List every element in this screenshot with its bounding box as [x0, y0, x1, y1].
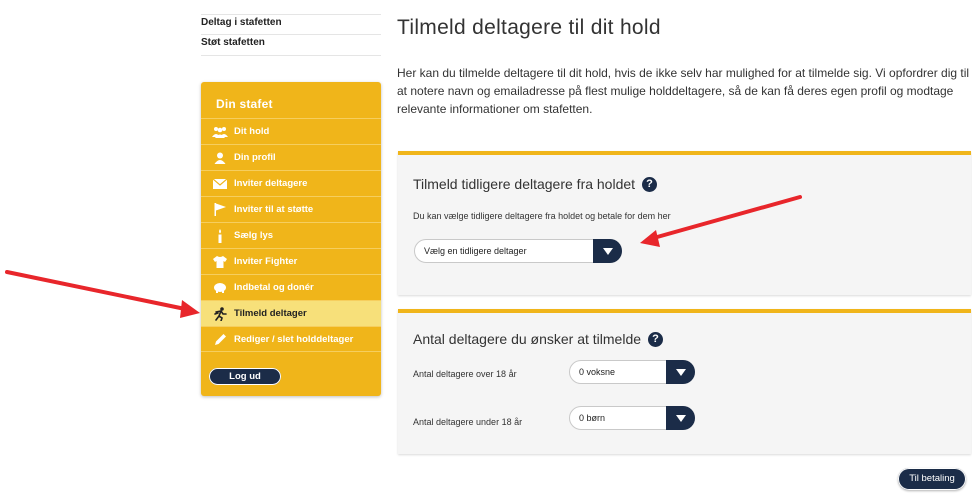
- annotation-arrow-sidebar: [5, 270, 200, 318]
- annotation-arrows: [5, 195, 802, 318]
- annotation-arrow-select: [640, 195, 802, 247]
